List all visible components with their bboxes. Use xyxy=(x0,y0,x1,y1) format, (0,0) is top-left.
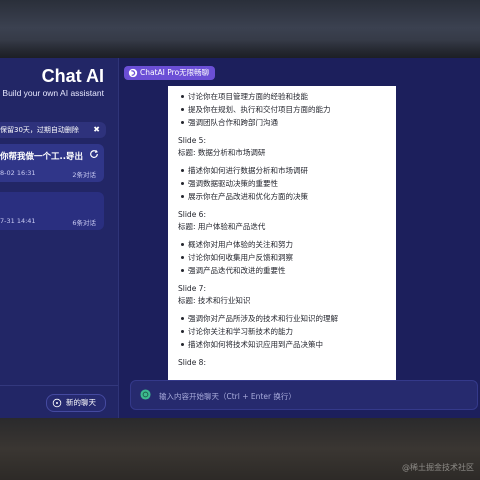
conversation-count: 2条对话 xyxy=(72,171,96,179)
slide-title: 标题: 技术和行业知识 xyxy=(178,296,251,305)
chat-plus-icon xyxy=(52,398,62,408)
slide-title: 标题: 用户体验和产品迭代 xyxy=(178,222,266,231)
slide-section: Slide 5: 标题: 数据分析和市场调研 描述你如何进行数据分析和市场调研 … xyxy=(168,135,396,203)
chat-input[interactable] xyxy=(157,385,461,407)
conversation-date: 8-02 16:31 xyxy=(0,169,36,177)
conversation-date: 7-31 14:41 xyxy=(0,217,36,225)
sidebar: Chat AI Build your own AI assistant 保留30… xyxy=(0,58,119,420)
export-button[interactable]: 导出 xyxy=(66,150,83,162)
retention-notice: 保留30天，过期自动删除 ✖ xyxy=(0,122,106,138)
pro-badge-label: ChatAI Pro无限畅聊 xyxy=(140,68,210,77)
assistant-message-document: 讨论你在项目管理方面的经验和技能 提及你在规划、执行和交付项目方面的能力 强调团… xyxy=(168,86,396,382)
bullet-list: 概述你对用户体验的关注和努力 讨论你如何收集用户反馈和洞察 强调产品迭代和改进的… xyxy=(178,238,396,277)
list-item: 强调你对产品所涉及的技术和行业知识的理解 xyxy=(178,312,396,325)
list-item: 讨论你关注和学习新技术的能力 xyxy=(178,325,396,338)
slide-number: Slide 5: xyxy=(178,136,206,145)
slide-section: Slide 6: 标题: 用户体验和产品迭代 概述你对用户体验的关注和努力 讨论… xyxy=(168,209,396,277)
chat-input-bar xyxy=(130,380,478,410)
slide-section: Slide 8: xyxy=(168,357,396,369)
bullet-list: 描述你如何进行数据分析和市场调研 强调数据驱动决策的重要性 展示你在产品改进和优… xyxy=(178,164,396,203)
list-item: 展示你在产品改进和优化方面的决策 xyxy=(178,190,396,203)
list-item: 概述你对用户体验的关注和努力 xyxy=(178,238,396,251)
send-icon[interactable] xyxy=(140,389,151,400)
conversation-count: 6条对话 xyxy=(72,219,96,227)
list-item: 强调团队合作和跨部门沟通 xyxy=(178,116,396,129)
slide-number: Slide 8: xyxy=(178,358,206,367)
slide-number: Slide 6: xyxy=(178,210,206,219)
list-item: 描述你如何进行数据分析和市场调研 xyxy=(178,164,396,177)
watermark: @稀土掘金技术社区 xyxy=(402,463,474,472)
slide-section: 讨论你在项目管理方面的经验和技能 提及你在规划、执行和交付项目方面的能力 强调团… xyxy=(168,90,396,129)
close-icon[interactable]: ✖ xyxy=(93,122,100,138)
list-item: 强调数据驱动决策的重要性 xyxy=(178,177,396,190)
new-chat-label: 新的聊天 xyxy=(66,398,96,407)
list-item: 描述你如何将技术知识应用到产品决策中 xyxy=(178,338,396,351)
conversation-title: 你帮我做一个工... xyxy=(0,152,70,162)
sidebar-divider xyxy=(0,385,118,386)
conversation-item[interactable]: 你帮我做一个工... 导出 8-02 16:31 2条对话 xyxy=(0,144,104,182)
slide-section: Slide 7: 标题: 技术和行业知识 强调你对产品所涉及的技术和行业知识的理… xyxy=(168,283,396,351)
slide-title: 标题: 数据分析和市场调研 xyxy=(178,148,266,157)
list-item: 提及你在规划、执行和交付项目方面的能力 xyxy=(178,103,396,116)
list-item: 讨论你在项目管理方面的经验和技能 xyxy=(178,90,396,103)
brand-title: Chat AI xyxy=(41,66,104,86)
conversation-item[interactable]: 7-31 14:41 6条对话 xyxy=(0,192,104,230)
pro-badge[interactable]: ChatAI Pro无限畅聊 xyxy=(124,66,216,80)
refresh-icon[interactable] xyxy=(89,149,99,159)
bullet-list: 讨论你在项目管理方面的经验和技能 提及你在规划、执行和交付项目方面的能力 强调团… xyxy=(178,90,396,129)
list-item: 讨论你如何收集用户反馈和洞察 xyxy=(178,251,396,264)
new-chat-button[interactable]: 新的聊天 xyxy=(46,394,106,412)
slide-number: Slide 7: xyxy=(178,284,206,293)
bullet-list: 强调你对产品所涉及的技术和行业知识的理解 讨论你关注和学习新技术的能力 描述你如… xyxy=(178,312,396,351)
brand-subtitle: Build your own AI assistant xyxy=(2,88,104,98)
list-item: 强调产品迭代和改进的重要性 xyxy=(178,264,396,277)
retention-notice-text: 保留30天，过期自动删除 xyxy=(0,126,79,134)
chat-app-window: Chat AI Build your own AI assistant 保留30… xyxy=(0,58,480,420)
logo-icon xyxy=(128,68,138,78)
